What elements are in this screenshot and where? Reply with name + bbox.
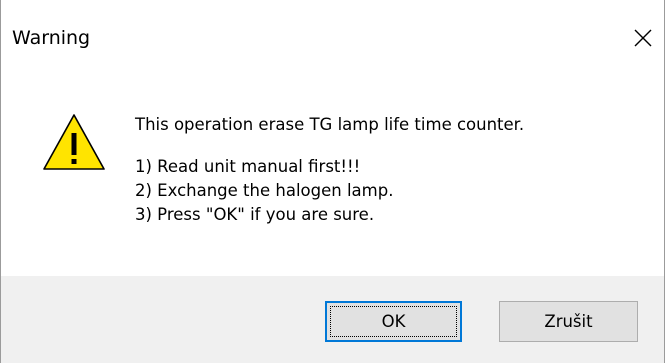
cancel-button[interactable]: Zrušit — [499, 301, 638, 342]
button-bar: OK Zrušit — [1, 276, 664, 363]
message-text: This operation erase TG lamp life time c… — [135, 113, 524, 227]
warning-dialog: Warning This operation erase TG lamp lif… — [0, 0, 665, 363]
message-line-2: 2) Exchange the halogen lamp. — [135, 181, 394, 200]
close-button[interactable] — [622, 8, 664, 68]
dialog-content: This operation erase TG lamp life time c… — [1, 80, 664, 276]
close-icon — [634, 29, 652, 47]
message-line-1: 1) Read unit manual first!!! — [135, 157, 361, 176]
cancel-button-label: Zrušit — [544, 312, 593, 331]
focus-ring — [330, 306, 457, 337]
title-bar: Warning — [1, 0, 664, 80]
message-headline: This operation erase TG lamp life time c… — [135, 115, 525, 134]
message-line-3: 3) Press "OK" if you are sure. — [135, 205, 375, 224]
ok-button[interactable]: OK — [325, 301, 462, 342]
window-title: Warning — [12, 27, 91, 49]
warning-icon — [43, 114, 105, 170]
